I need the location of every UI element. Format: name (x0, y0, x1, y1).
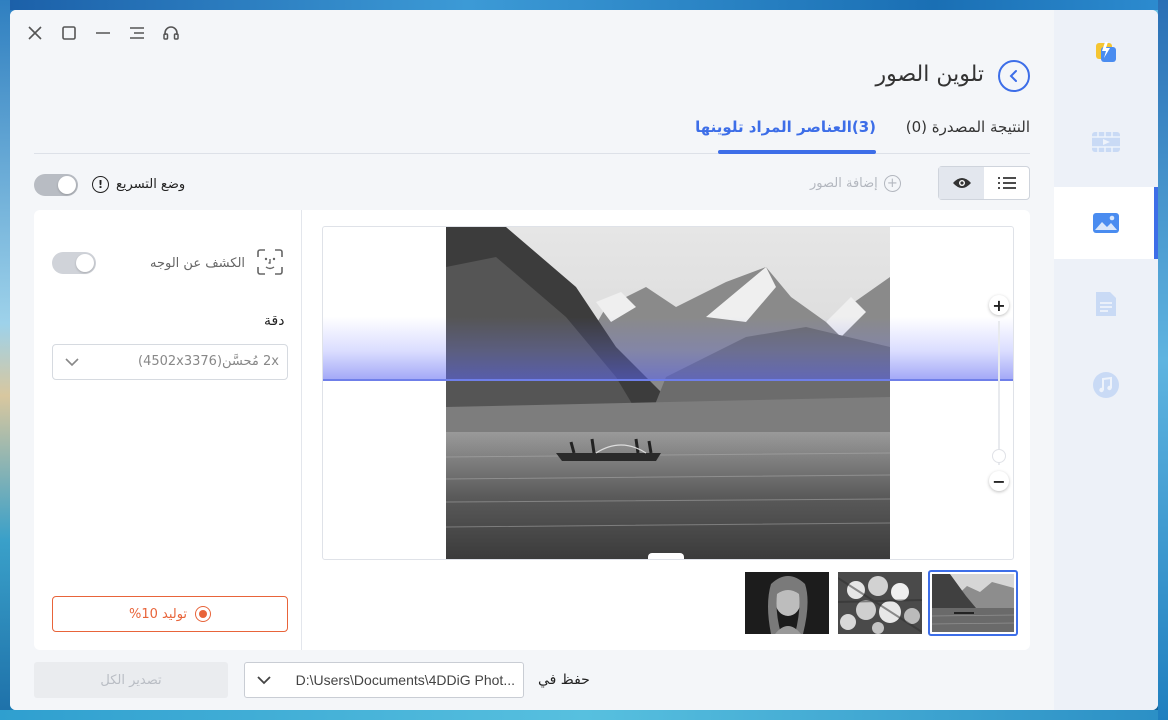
desktop-background-bottom (0, 710, 1168, 720)
close-icon[interactable] (24, 22, 46, 44)
list-view-button[interactable] (984, 167, 1029, 199)
document-icon (1096, 292, 1116, 316)
tab-items-to-colorize[interactable]: (3)العناصر المراد تلوينها (695, 118, 876, 136)
desktop-background-left (0, 0, 10, 720)
add-photos-button[interactable]: + إضافة الصور (810, 175, 901, 192)
export-all-button[interactable]: تصدير الكل (34, 662, 228, 698)
minimize-icon[interactable] (92, 22, 114, 44)
flowers-thumbnail-image (838, 572, 922, 634)
image-preview[interactable]: + − (322, 226, 1014, 560)
sidebar-item-ai-enhance[interactable] (1054, 16, 1158, 88)
menu-icon[interactable] (126, 22, 148, 44)
workspace: الكشف عن الوجه دقة 2x مُحسَّن(4502x3376)… (34, 210, 1030, 650)
headset-icon[interactable] (160, 22, 182, 44)
zoom-slider-handle[interactable] (992, 449, 1006, 463)
compare-handle[interactable] (648, 553, 684, 559)
thumbnail-mountain-lake[interactable] (928, 570, 1018, 636)
maximize-icon[interactable] (58, 22, 80, 44)
music-icon (1093, 372, 1119, 398)
resolution-select[interactable]: 2x مُحسَّن(4502x3376) (52, 344, 288, 380)
sidebar-item-image[interactable] (1054, 187, 1158, 259)
thumbnail-flowers[interactable] (838, 572, 922, 634)
record-icon (195, 606, 212, 622)
view-mode-switch (938, 166, 1030, 200)
video-icon (1092, 132, 1120, 152)
add-photos-label: إضافة الصور (810, 176, 878, 191)
ai-enhance-icon (1096, 42, 1116, 62)
page-title: تلوين الصور (875, 62, 984, 87)
face-detection-toggle[interactable] (52, 252, 96, 274)
chevron-left-icon (1009, 70, 1017, 82)
settings-panel: الكشف عن الوجه دقة 2x مُحسَّن(4502x3376)… (34, 210, 302, 650)
save-path-select[interactable]: D:\Users\Documents\4DDiG Phot... (244, 662, 524, 698)
main-area: تلوين الصور النتيجة المصدرة (0) (3)العنا… (10, 10, 1054, 710)
chevron-down-icon (63, 353, 81, 375)
sidebar-item-music[interactable] (1054, 349, 1158, 421)
list-icon (997, 177, 1016, 189)
image-icon (1093, 213, 1119, 233)
generate-button[interactable]: توليد 10% (52, 596, 288, 632)
toggle-knob (58, 176, 76, 194)
active-tab-indicator (718, 150, 876, 154)
resolution-value: 2x مُحسَّن(4502x3376) (138, 354, 279, 369)
mountain-lake-thumbnail-image (931, 574, 1015, 632)
speed-mode-toggle[interactable] (34, 174, 78, 196)
save-in-label: حفظ في (538, 672, 590, 688)
sidebar (1054, 10, 1158, 710)
back-button[interactable] (998, 60, 1030, 92)
app-window: تلوين الصور النتيجة المصدرة (0) (3)العنا… (10, 10, 1158, 710)
mountain-lake-photo (446, 227, 890, 559)
portrait-thumbnail-image (745, 572, 829, 634)
colorize-scan-overlay (323, 317, 1013, 381)
chevron-down-icon (255, 671, 273, 693)
sidebar-item-video[interactable] (1054, 106, 1158, 178)
resolution-label: دقة (264, 313, 285, 329)
eye-icon (952, 178, 971, 188)
thumbnail-portrait[interactable] (745, 572, 829, 634)
speed-mode-label: وضع التسريع (116, 177, 186, 192)
generate-button-label: توليد 10% (128, 606, 188, 622)
sidebar-item-document[interactable] (1054, 268, 1158, 340)
preview-view-button[interactable] (939, 167, 984, 199)
face-scan-icon (256, 248, 284, 276)
zoom-in-button[interactable]: + (989, 295, 1009, 315)
desktop-background-right (1158, 0, 1168, 720)
tab-bar: النتيجة المصدرة (0) (3)العناصر المراد تل… (34, 110, 1030, 154)
zoom-slider-track[interactable] (998, 321, 1000, 465)
save-path-value: D:\Users\Documents\4DDiG Phot... (295, 672, 515, 688)
tab-exported-results[interactable]: النتيجة المصدرة (0) (906, 118, 1030, 136)
window-controls (24, 22, 182, 44)
plus-circle-icon: + (883, 175, 901, 192)
zoom-out-button[interactable]: − (989, 471, 1009, 491)
desktop-background-top (0, 0, 1168, 10)
info-icon[interactable]: ! (92, 176, 109, 193)
face-detection-label: الكشف عن الوجه (150, 256, 246, 271)
toggle-knob (76, 254, 94, 272)
